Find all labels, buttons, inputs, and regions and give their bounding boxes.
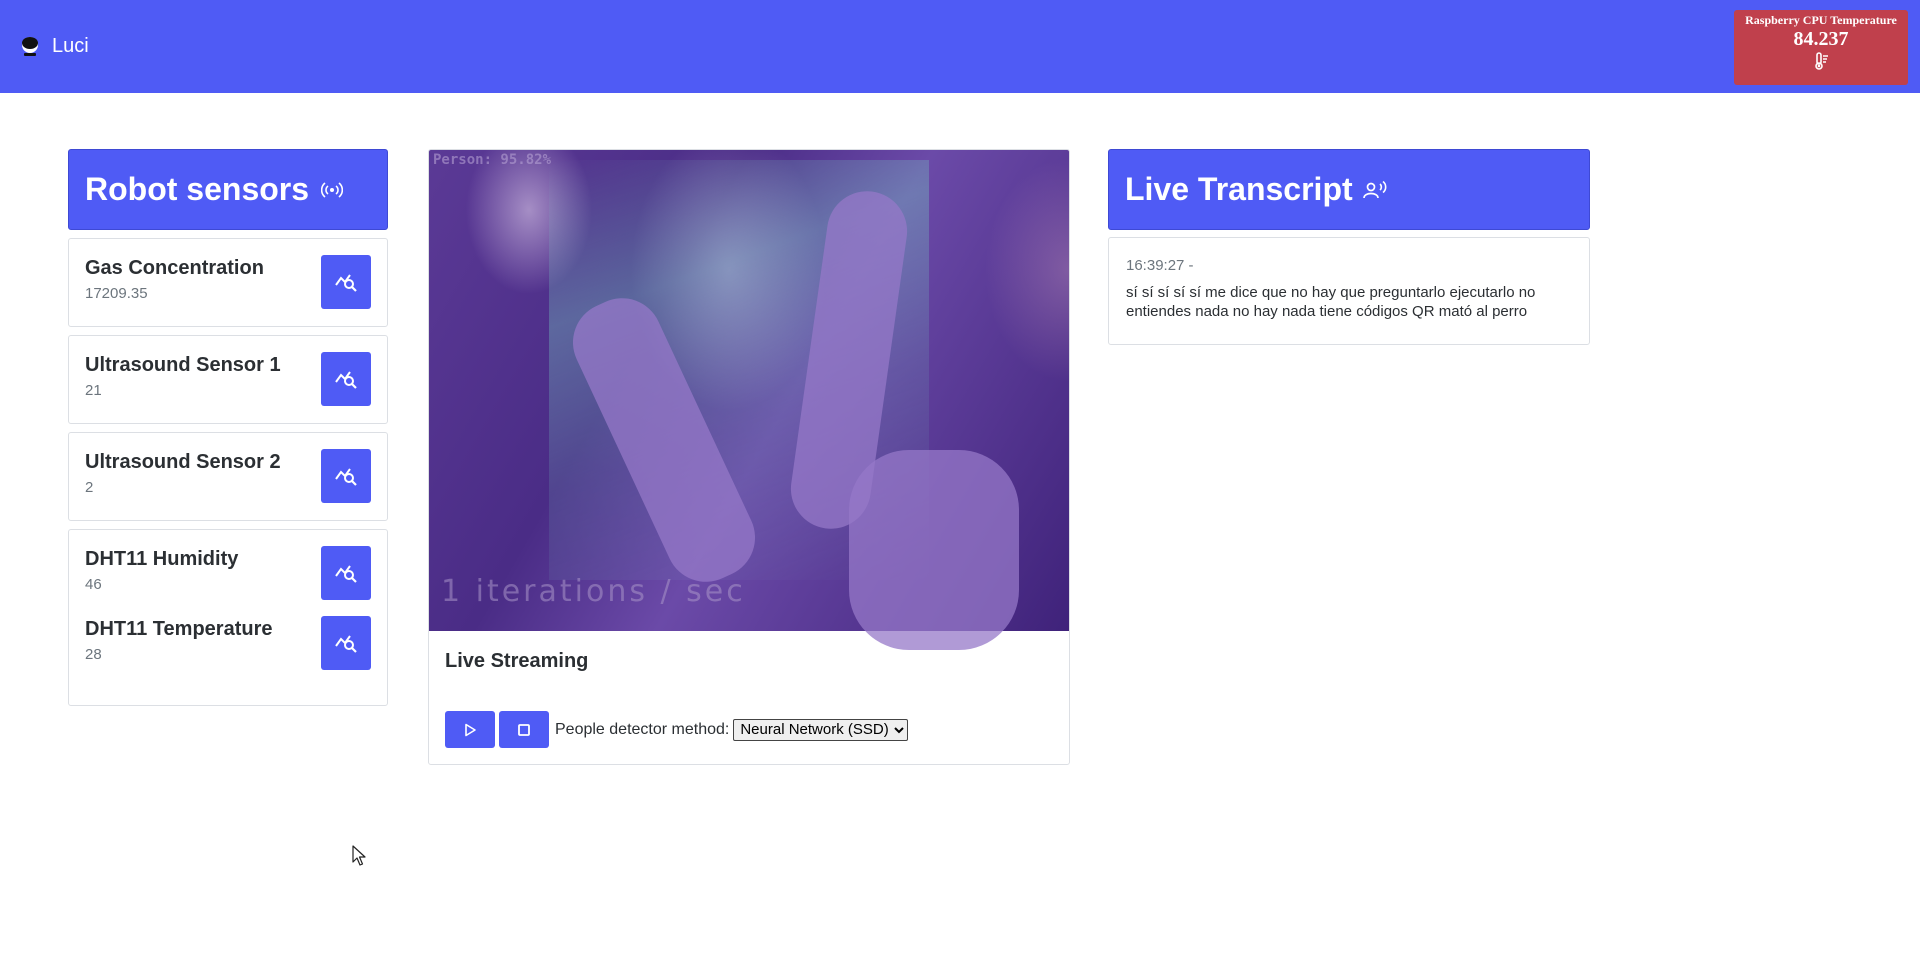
mouse-cursor-icon: [352, 845, 366, 866]
cpu-temperature-value: 84.237: [1793, 28, 1849, 50]
graph-search-icon: [335, 274, 357, 292]
navbar: Luci Raspberry CPU Temperature 84.237: [0, 0, 1920, 93]
detector-method-select[interactable]: Neural Network (SSD): [733, 718, 909, 741]
person-voice-icon: [1362, 180, 1387, 198]
sensor-value: 28: [85, 646, 102, 663]
video-stream[interactable]: Person: 95.82% 1 iterations / sec: [429, 150, 1069, 650]
sensor-card-ultrasound-1: Ultrasound Sensor 1 21: [68, 335, 388, 424]
robot-sensors-title: Robot sensors: [85, 171, 310, 207]
thermometer-icon: [1734, 52, 1908, 75]
sensor-card-gas: Gas Concentration 17209.35: [68, 238, 388, 327]
broadcast-icon: [321, 181, 344, 198]
graph-search-icon: [335, 565, 357, 583]
list-item: Gas Concentration 17209.35: [69, 239, 387, 327]
graph-search-button[interactable]: [321, 449, 371, 503]
robot-logo-icon: [22, 37, 38, 56]
stream-controls: People detector method: Neural Network (…: [445, 711, 909, 748]
detection-label: Person: 95.82%: [433, 152, 552, 168]
cpu-temperature-badge: Raspberry CPU Temperature 84.237: [1734, 10, 1908, 85]
robot-sensors-header: Robot sensors: [68, 149, 388, 230]
sensor-name: Ultrasound Sensor 2: [85, 451, 281, 473]
transcript-timestamp: 16:39:27 -: [1126, 257, 1194, 274]
transcript-text: sí sí sí sí sí me dice que no hay que pr…: [1126, 284, 1536, 320]
list-item: DHT11 Temperature 28: [69, 616, 387, 706]
sensor-value: 17209.35: [85, 285, 148, 302]
sensor-name: DHT11 Temperature: [85, 618, 273, 640]
sensor-name: DHT11 Humidity: [85, 548, 239, 570]
graph-search-icon: [335, 468, 357, 486]
graph-search-icon: [335, 635, 357, 653]
sensor-card-dht11: DHT11 Humidity 46 DHT11 Temperature 28: [68, 529, 388, 706]
sensor-name: Ultrasound Sensor 1: [85, 354, 281, 376]
live-streaming-card: Person: 95.82% 1 iterations / sec Live S…: [428, 149, 1070, 765]
brand[interactable]: Luci: [18, 34, 89, 58]
video-title: Live Streaming: [445, 650, 589, 672]
sensor-name: Gas Concentration: [85, 257, 264, 279]
fps-label: 1 iterations / sec: [441, 574, 746, 609]
list-item: Ultrasound Sensor 1 21: [69, 336, 387, 424]
graph-search-button[interactable]: [321, 546, 371, 600]
graph-search-button[interactable]: [321, 255, 371, 309]
stop-button[interactable]: [499, 711, 549, 748]
sensor-value: 2: [85, 479, 94, 496]
transcript-body: 16:39:27 - sí sí sí sí sí me dice que no…: [1108, 237, 1590, 345]
play-icon: [465, 723, 476, 736]
list-item: DHT11 Humidity 46: [69, 530, 387, 618]
cpu-temperature-title: Raspberry CPU Temperature: [1745, 13, 1897, 27]
brand-name: Luci: [52, 34, 89, 57]
sensor-value: 46: [85, 576, 102, 593]
live-transcript-header: Live Transcript: [1108, 149, 1590, 230]
graph-search-button[interactable]: [321, 352, 371, 406]
detector-method-label: People detector method:: [555, 720, 730, 738]
hand-shape: [849, 450, 1019, 650]
graph-search-icon: [335, 371, 357, 389]
sensor-value: 21: [85, 382, 102, 399]
stop-icon: [518, 723, 530, 736]
graph-search-button[interactable]: [321, 616, 371, 670]
sensor-card-ultrasound-2: Ultrasound Sensor 2 2: [68, 432, 388, 521]
play-button[interactable]: [445, 711, 495, 748]
list-item: Ultrasound Sensor 2 2: [69, 433, 387, 521]
live-transcript-title: Live Transcript: [1125, 171, 1353, 207]
